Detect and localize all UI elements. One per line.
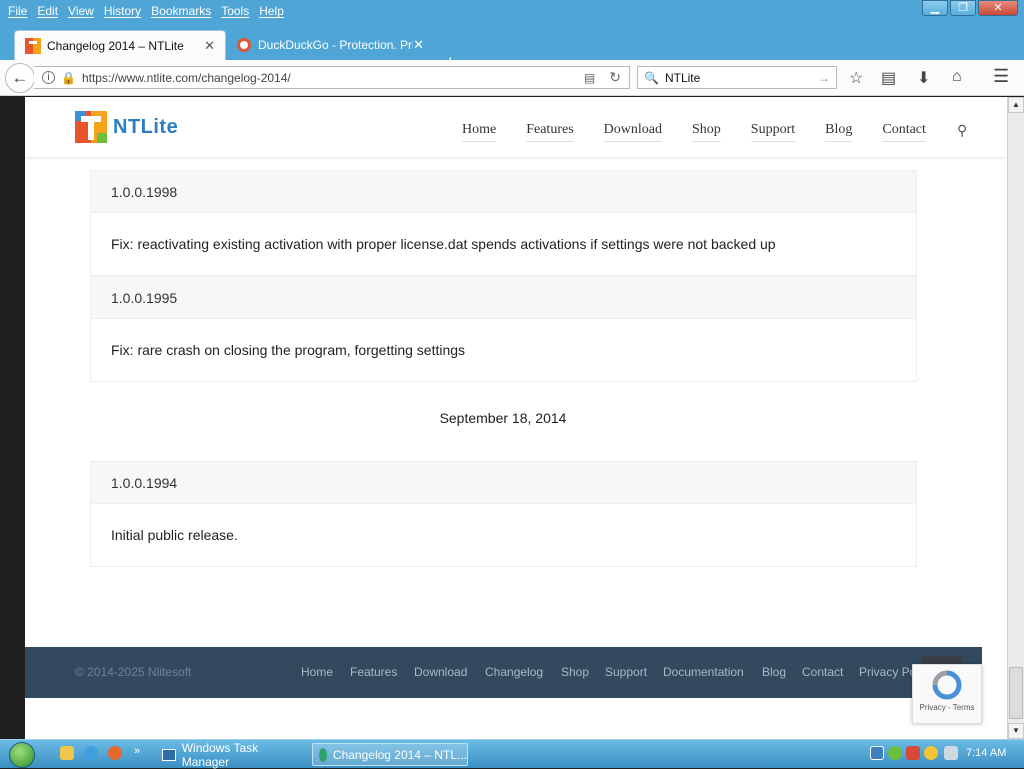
footer-link-features[interactable]: Features (350, 665, 397, 679)
menu-edit[interactable]: Edit (37, 4, 58, 18)
search-go-icon[interactable]: → (818, 71, 830, 85)
copyright-text: © 2014-2025 Nlitesoft (75, 665, 192, 679)
tab-bar: Changelog 2014 – NTLite ✕ DuckDuckGo - P… (0, 22, 1024, 72)
search-value[interactable]: NTLite (665, 71, 700, 85)
smiley-tray-icon[interactable] (924, 746, 938, 760)
home-icon[interactable]: ⌂ (952, 68, 962, 86)
close-tab-icon[interactable]: ✕ (413, 37, 424, 53)
info-icon[interactable]: i (42, 71, 55, 84)
firefox-icon[interactable] (108, 746, 122, 760)
entry-version: 1.0.0.1995 (91, 277, 916, 319)
entry-text: Fix: reactivating existing activation wi… (111, 236, 776, 252)
duckduckgo-favicon-icon (237, 38, 251, 52)
footer-link-support[interactable]: Support (605, 665, 647, 679)
footer-link-home[interactable]: Home (301, 665, 333, 679)
footer-link-download[interactable]: Download (414, 665, 467, 679)
site-nav: Home Features Download Shop Support Blog… (462, 122, 956, 142)
menu-view[interactable]: View (68, 4, 94, 18)
scrollbar-thumb[interactable] (1009, 667, 1023, 719)
nav-support[interactable]: Support (750, 122, 796, 142)
nav-download[interactable]: Download (603, 122, 662, 142)
shield-tray-icon[interactable] (906, 746, 920, 760)
recaptcha-badge[interactable]: Privacy - Terms (912, 664, 982, 724)
menu-file[interactable]: File (8, 4, 27, 18)
nav-contact[interactable]: Contact (882, 122, 926, 142)
footer-link-blog[interactable]: Blog (762, 665, 786, 679)
restore-button[interactable]: ❐ (950, 0, 976, 16)
site-footer: © 2014-2025 Nlitesoft Home Features Down… (25, 647, 982, 698)
entry-text: Initial public release. (111, 527, 238, 543)
footer-link-contact[interactable]: Contact (802, 665, 843, 679)
site-search-icon[interactable]: ⚲ (957, 122, 967, 139)
changelog-entry: 1.0.0.1998 Fix: reactivating existing ac… (90, 170, 917, 276)
url-bar[interactable]: i 🔒 https://www.ntlite.com/changelog-201… (34, 66, 630, 89)
taskbar-item-label: Windows Task Manager (181, 740, 259, 769)
reader-view-icon[interactable]: ▤ (584, 71, 595, 85)
changelog-entry: 1.0.0.1995 Fix: rare crash on closing th… (90, 276, 917, 382)
menu-help[interactable]: Help (259, 4, 284, 18)
nav-features[interactable]: Features (526, 122, 574, 142)
refresh-tray-icon[interactable] (888, 746, 902, 760)
scroll-up-arrow-icon[interactable]: ▲ (1008, 97, 1024, 113)
tab-duckduckgo[interactable]: DuckDuckGo - Protection. Priva ✕ (226, 30, 434, 60)
network-tray-icon[interactable] (870, 746, 884, 760)
tab-title: DuckDuckGo - Protection. Priva (258, 38, 414, 52)
task-manager-icon (162, 748, 176, 761)
changelog-entry: 1.0.0.1994 Initial public release. (90, 461, 917, 567)
logo-text: NTLite (113, 115, 179, 138)
entry-version: 1.0.0.1994 (91, 462, 916, 504)
back-button[interactable]: ← (5, 63, 35, 93)
bookmark-star-icon[interactable]: ☆ (849, 68, 863, 88)
hamburger-menu-icon[interactable]: ☰ (993, 66, 1009, 87)
windows-taskbar: » Windows Task Manager Changelog 2014 – … (0, 739, 1024, 769)
entry-text: Fix: rare crash on closing the program, … (111, 342, 466, 358)
page-viewport: NTLite Home Features Download Shop Suppo… (0, 97, 1007, 739)
reload-icon[interactable]: ↻ (609, 69, 621, 86)
menu-bar: File Edit View History Bookmarks Tools H… (0, 0, 1024, 22)
folder-icon[interactable] (60, 746, 74, 760)
start-button[interactable] (9, 742, 35, 768)
scroll-down-arrow-icon[interactable]: ▼ (1008, 723, 1024, 739)
nav-blog[interactable]: Blog (825, 122, 853, 142)
nav-shop[interactable]: Shop (691, 122, 721, 142)
menu-bookmarks[interactable]: Bookmarks (151, 4, 211, 18)
lock-icon: 🔒 (61, 70, 76, 85)
taskbar-item-label: Changelog 2014 – NTL... (332, 747, 467, 762)
close-window-button[interactable]: ✕ (978, 0, 1018, 16)
search-bar[interactable]: 🔍 NTLite → (637, 66, 837, 89)
downloads-icon[interactable]: ⬇ (917, 68, 930, 88)
recaptcha-icon (932, 670, 962, 700)
footer-link-documentation[interactable]: Documentation (663, 665, 744, 679)
taskbar-task-manager[interactable]: Windows Task Manager (156, 740, 306, 769)
recaptcha-links[interactable]: Privacy - Terms (913, 703, 981, 712)
ntlite-logo-icon (75, 111, 107, 143)
ntlite-logo[interactable]: NTLite (75, 111, 178, 143)
ie-icon[interactable] (84, 746, 98, 760)
date-heading: September 18, 2014 (439, 410, 567, 426)
ntlite-taskbar-icon (319, 747, 327, 762)
vertical-scrollbar[interactable]: ▲ ▼ (1007, 97, 1024, 739)
url-text[interactable]: https://www.ntlite.com/changelog-2014/ (82, 71, 291, 85)
site-header: NTLite Home Features Download Shop Suppo… (25, 97, 1007, 157)
quick-launch-more-icon[interactable]: » (134, 745, 140, 757)
ntlite-favicon-icon (25, 37, 41, 54)
taskbar-clock[interactable]: 7:14 AM (966, 747, 1006, 759)
window-controls: ▁ ❐ ✕ (922, 0, 1018, 16)
search-icon: 🔍 (644, 70, 659, 85)
page-content: NTLite Home Features Download Shop Suppo… (25, 97, 1007, 739)
tab-changelog[interactable]: Changelog 2014 – NTLite ✕ (14, 30, 226, 60)
footer-link-shop[interactable]: Shop (561, 665, 589, 679)
menu-tools[interactable]: Tools (221, 4, 249, 18)
nav-home[interactable]: Home (462, 122, 497, 142)
close-tab-icon[interactable]: ✕ (204, 38, 215, 54)
menu-history[interactable]: History (104, 4, 141, 18)
taskbar-firefox-window[interactable]: Changelog 2014 – NTL... (312, 743, 468, 766)
entry-version: 1.0.0.1998 (91, 171, 916, 213)
tab-title: Changelog 2014 – NTLite (47, 38, 184, 53)
navigation-bar: ← i 🔒 https://www.ntlite.com/changelog-2… (0, 60, 1024, 96)
footer-link-changelog[interactable]: Changelog (485, 665, 543, 679)
reading-list-icon[interactable]: ▤ (881, 68, 896, 88)
minimize-button[interactable]: ▁ (922, 0, 948, 16)
volume-tray-icon[interactable] (944, 746, 958, 760)
